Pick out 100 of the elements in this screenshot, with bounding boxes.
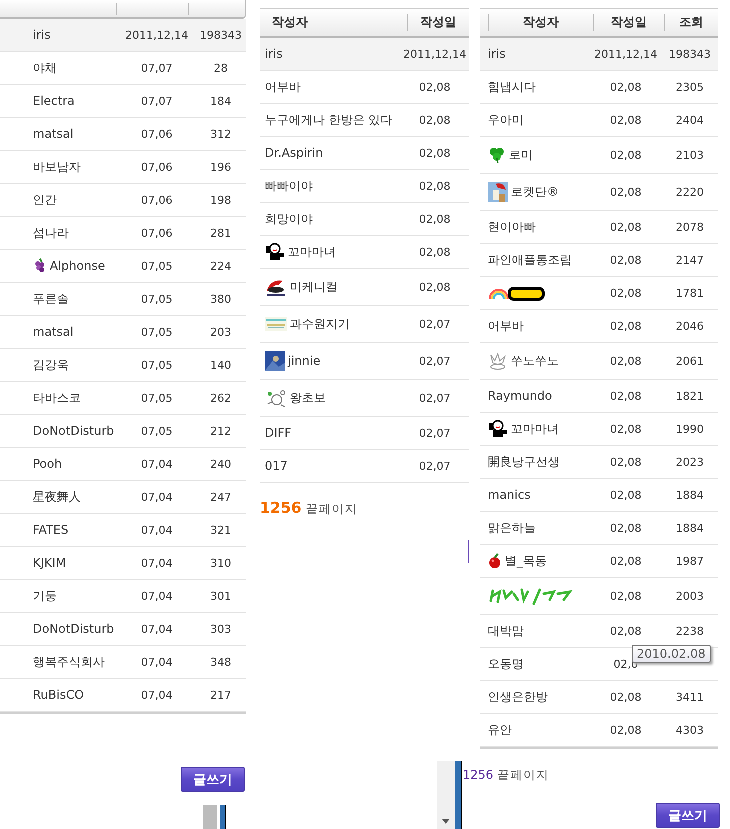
author-name[interactable]: 기둥 xyxy=(33,588,57,604)
author-name[interactable]: 우아미 xyxy=(488,112,524,128)
author-name[interactable]: matsal xyxy=(33,127,74,141)
clover-icon xyxy=(488,146,506,164)
author-name[interactable]: 유안 xyxy=(488,722,512,738)
author-name[interactable]: 누구에게나 한방은 있다 xyxy=(265,112,393,128)
view-count: 303 xyxy=(210,622,232,636)
post-date: 02,08 xyxy=(609,354,643,368)
author-name[interactable]: 쑤노쑤노 xyxy=(511,352,559,370)
author-name[interactable]: 현이아빠 xyxy=(488,218,536,236)
author-name[interactable]: 星夜舞人 xyxy=(33,488,81,506)
view-count: 217 xyxy=(210,688,232,702)
post-date: 02,08 xyxy=(609,114,643,126)
author-name[interactable]: 희망이야 xyxy=(265,210,313,228)
author-name[interactable]: DoNotDisturb xyxy=(33,622,114,636)
author-name[interactable]: iris xyxy=(488,47,506,61)
author-name[interactable]: matsal xyxy=(33,325,74,339)
vertical-bar-mark xyxy=(468,540,469,563)
author-name[interactable]: 대박맘 xyxy=(488,622,524,640)
post-date: 02,08 xyxy=(609,390,643,402)
author-name[interactable]: 바보남자 xyxy=(33,158,81,176)
author-name[interactable]: iris xyxy=(265,47,283,61)
scrollbar[interactable] xyxy=(203,805,227,829)
post-date: 02,08 xyxy=(609,148,643,162)
author-name[interactable]: Alphonse xyxy=(50,259,106,273)
view-count: 2147 xyxy=(676,254,704,266)
author-name[interactable]: 별_목동 xyxy=(505,552,547,570)
view-count: 2003 xyxy=(676,590,704,602)
column-header[interactable]: 조회 xyxy=(665,14,718,31)
author-name[interactable]: FATES xyxy=(33,523,69,537)
author-name[interactable]: 開良낭구선생 xyxy=(488,454,560,470)
author-name[interactable]: manics xyxy=(488,488,531,502)
view-count: 184 xyxy=(210,94,232,108)
author-name[interactable]: Electra xyxy=(33,94,75,108)
doodle-icon xyxy=(265,388,287,408)
view-count: 212 xyxy=(210,424,232,438)
author-name[interactable]: iris xyxy=(33,28,51,42)
column-header[interactable]: 작성자 xyxy=(260,14,408,31)
scroll-down-icon[interactable] xyxy=(442,819,450,824)
post-date: 07,05 xyxy=(140,358,174,372)
author-name[interactable]: 파인애플통조림 xyxy=(488,252,572,268)
author-name[interactable]: 017 xyxy=(265,459,288,473)
view-count: 198343 xyxy=(199,28,243,42)
author-name[interactable]: 행복주식회사 xyxy=(33,654,105,670)
scrollbar[interactable] xyxy=(437,761,455,829)
post-date: 02,08 xyxy=(609,80,643,94)
author-name[interactable]: Raymundo xyxy=(488,389,552,403)
post-date: 02,08 xyxy=(609,286,643,300)
author-name[interactable]: 섬나라 xyxy=(33,224,69,242)
view-count: 198343 xyxy=(669,48,711,60)
column-header[interactable]: 작성자 xyxy=(488,14,594,31)
author-name[interactable]: 인생은한방 xyxy=(488,688,548,706)
post-date: 07,07 xyxy=(140,62,174,74)
author-name[interactable]: 오동명 xyxy=(488,656,524,672)
post-date: 02,08 xyxy=(418,80,452,94)
clown-icon xyxy=(265,243,285,261)
author-name[interactable]: 꼬마마녀 xyxy=(288,244,336,260)
last-page-link[interactable]: 끝페이지 xyxy=(498,767,550,784)
column-header[interactable]: 작성일 xyxy=(408,14,469,31)
post-date: 02,08 xyxy=(418,212,452,226)
author-name[interactable]: Dr.Aspirin xyxy=(265,146,324,160)
author-name[interactable]: 과수원지기 xyxy=(290,316,350,332)
author-name[interactable]: 로켓단® xyxy=(511,184,559,200)
author-name[interactable]: DoNotDisturb xyxy=(33,424,114,438)
view-count: 380 xyxy=(210,292,232,306)
view-count: 301 xyxy=(210,590,232,602)
author-name[interactable]: 로미 xyxy=(509,146,533,164)
author-name[interactable]: 빠빠이야 xyxy=(265,178,313,194)
view-count: 348 xyxy=(210,656,232,668)
author-name[interactable]: 왕초보 xyxy=(290,390,326,406)
author-name[interactable]: 야채 xyxy=(33,60,57,76)
author-name[interactable]: jinnie xyxy=(288,354,321,368)
post-date: 2011,12,14 xyxy=(594,48,658,60)
post-date: 07,05 xyxy=(140,392,174,404)
write-button[interactable]: 글쓰기 xyxy=(181,767,245,792)
page-count[interactable]: 1256 xyxy=(463,768,494,782)
view-count: 1987 xyxy=(676,554,704,568)
author-name[interactable]: 김강욱 xyxy=(33,356,69,374)
post-date: 07,04 xyxy=(140,622,174,636)
author-name[interactable]: Pooh xyxy=(33,457,62,471)
author-name[interactable]: RuBisCO xyxy=(33,688,84,702)
author-name[interactable]: 타바스코 xyxy=(33,390,81,406)
last-page-link[interactable]: 끝페이지 xyxy=(306,501,358,518)
post-date: 02,07 xyxy=(418,426,452,440)
author-name[interactable]: 푸른솔 xyxy=(33,290,69,308)
write-button[interactable]: 글쓰기 xyxy=(656,803,720,828)
author-name[interactable]: 힘냅시다 xyxy=(488,78,536,96)
tooltip: 2010.02.08 xyxy=(632,645,711,663)
author-name[interactable]: 맑은하늘 xyxy=(488,520,536,536)
author-name[interactable]: 어부바 xyxy=(265,78,301,96)
view-count: 1990 xyxy=(676,422,704,436)
author-name[interactable]: 인간 xyxy=(33,192,57,208)
author-name[interactable]: 꼬마마녀 xyxy=(511,420,559,438)
post-date: 02,08 xyxy=(609,590,643,602)
column-header[interactable]: 작성일 xyxy=(594,14,665,31)
author-name[interactable]: 미케니컬 xyxy=(290,278,338,296)
author-name[interactable]: DIFF xyxy=(265,426,292,440)
author-name[interactable]: 어부바 xyxy=(488,318,524,334)
view-count: 1821 xyxy=(676,390,704,402)
author-name[interactable]: KJKIM xyxy=(33,556,66,570)
